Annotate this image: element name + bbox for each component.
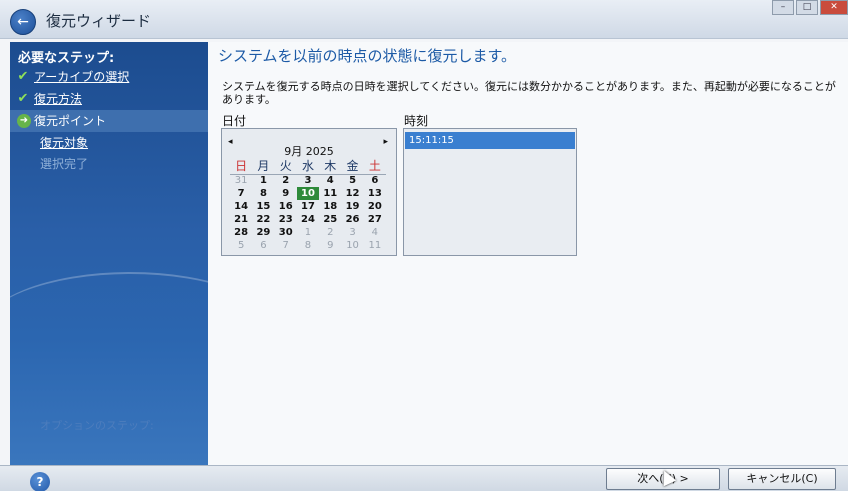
step-label: 復元対象	[40, 136, 89, 150]
date-calendar: ◂ ▸ 9月 2025 日月火水木金土 31 1 2 3 4 5 6 7 8 9 10 11 12 13 1…	[221, 128, 397, 256]
calendar-day[interactable]: 17	[297, 200, 319, 213]
calendar-day[interactable]: 10	[341, 239, 363, 252]
calendar-day[interactable]: 4	[319, 174, 341, 187]
calendar-day[interactable]: 27	[364, 213, 386, 226]
weekday-label: 火	[279, 159, 292, 173]
weekday-label: 水	[301, 159, 314, 173]
optional-steps-label: オプションのステップ:	[40, 419, 154, 432]
calendar-day[interactable]: 14	[230, 200, 252, 213]
calendar-day[interactable]: 30	[275, 226, 297, 239]
calendar-day[interactable]: 7	[275, 239, 297, 252]
calendar-day[interactable]: 6	[252, 239, 274, 252]
calendar-day[interactable]: 4	[364, 226, 386, 239]
calendar-day[interactable]: 6	[364, 174, 386, 187]
instruction-text: システムを復元する時点の日時を選択してください。復元には数分かかることがあります…	[222, 80, 836, 106]
window-title: 復元ウィザード	[46, 12, 152, 30]
window-controls: – □ ✕	[772, 0, 848, 15]
step-label: アーカイブの選択	[34, 70, 130, 84]
step-label: 復元方法	[34, 92, 83, 106]
calendar-day[interactable]: 15	[252, 200, 274, 213]
step-archive-selection[interactable]: ✔ アーカイブの選択	[10, 66, 208, 88]
arrow-right-icon: ➜	[17, 114, 31, 128]
calendar-day[interactable]: 9	[319, 239, 341, 252]
decorative-wave	[10, 272, 208, 394]
calendar-day[interactable]: 11	[364, 239, 386, 252]
step-restore-target[interactable]: 復元対象	[10, 132, 208, 154]
calendar-day[interactable]: 22	[252, 213, 274, 226]
calendar-day-selected[interactable]: 10	[296, 187, 320, 200]
calendar-day[interactable]: 7	[230, 187, 252, 200]
help-icon[interactable]: ?	[30, 472, 50, 491]
steps-heading: 必要なステップ:	[18, 51, 115, 66]
calendar-day[interactable]: 26	[341, 213, 363, 226]
cancel-button[interactable]: キャンセル(C)	[728, 468, 836, 490]
step-label: 復元ポイント	[34, 114, 107, 128]
calendar-day[interactable]: 5	[230, 239, 252, 252]
back-arrow-icon[interactable]: ←	[10, 9, 36, 35]
step-restore-method[interactable]: ✔ 復元方法	[10, 88, 208, 110]
time-item-selected[interactable]: 15:11:15	[405, 132, 575, 149]
weekday-label: 金	[346, 159, 359, 173]
maximize-icon[interactable]: □	[796, 0, 818, 15]
weekday-label: 月	[257, 159, 270, 173]
step-label: 選択完了	[40, 157, 89, 171]
checkmark-icon: ✔	[17, 69, 29, 84]
calendar-day[interactable]: 23	[275, 213, 297, 226]
calendar-day[interactable]: 31	[230, 174, 252, 187]
weekday-label: 日	[235, 159, 248, 173]
calendar-day[interactable]: 11	[319, 187, 341, 200]
minimize-icon[interactable]: –	[772, 0, 794, 15]
calendar-day[interactable]: 21	[230, 213, 252, 226]
calendar-day[interactable]: 2	[319, 226, 341, 239]
steps-sidebar: 必要なステップ: ✔ アーカイブの選択 ✔ 復元方法 ➜ 復元ポイント 復元対象…	[10, 42, 208, 465]
calendar-day[interactable]: 29	[252, 226, 274, 239]
calendar-day[interactable]: 3	[297, 174, 319, 187]
time-label: 時刻	[404, 114, 429, 128]
step-restore-point[interactable]: ➜ 復元ポイント	[10, 110, 208, 132]
weekday-header: 日月火水木金土	[230, 157, 386, 175]
close-icon[interactable]: ✕	[820, 0, 848, 15]
checkmark-icon: ✔	[17, 91, 29, 106]
calendar-day[interactable]: 5	[341, 174, 363, 187]
calendar-day[interactable]: 3	[341, 226, 363, 239]
calendar-day[interactable]: 28	[230, 226, 252, 239]
calendar-day[interactable]: 8	[252, 187, 274, 200]
main-content: システムを以前の時点の状態に復元します。 システムを復元する時点の日時を選択して…	[208, 42, 848, 465]
page-title: システムを以前の時点の状態に復元します。	[218, 47, 517, 65]
calendar-day[interactable]: 18	[319, 200, 341, 213]
restore-wizard-window: ← 復元ウィザード – □ ✕ 必要なステップ: ✔ アーカイブの選択 ✔ 復元…	[0, 0, 848, 491]
calendar-days: 31 1 2 3 4 5 6 7 8 9 10 11 12 13 14 15 16 17 18 19 20 21 22 23 2…	[230, 174, 386, 252]
calendar-day[interactable]: 19	[341, 200, 363, 213]
calendar-day[interactable]: 20	[364, 200, 386, 213]
calendar-day[interactable]: 8	[297, 239, 319, 252]
title-bar: ← 復元ウィザード – □ ✕	[0, 0, 848, 39]
weekday-label: 木	[324, 159, 337, 173]
calendar-day[interactable]: 1	[297, 226, 319, 239]
calendar-day[interactable]: 1	[252, 174, 274, 187]
calendar-day[interactable]: 9	[275, 187, 297, 200]
weekday-label: 土	[368, 159, 381, 173]
step-finish: 選択完了	[10, 153, 208, 175]
date-label: 日付	[222, 114, 247, 128]
button-bar: ? 次へ(N) > キャンセル(C)	[0, 465, 848, 491]
calendar-day[interactable]: 13	[364, 187, 386, 200]
calendar-day[interactable]: 16	[275, 200, 297, 213]
calendar-day[interactable]: 24	[297, 213, 319, 226]
time-list: 15:11:15	[403, 128, 577, 256]
calendar-day[interactable]: 2	[275, 174, 297, 187]
calendar-day[interactable]: 25	[319, 213, 341, 226]
calendar-day[interactable]: 12	[341, 187, 363, 200]
